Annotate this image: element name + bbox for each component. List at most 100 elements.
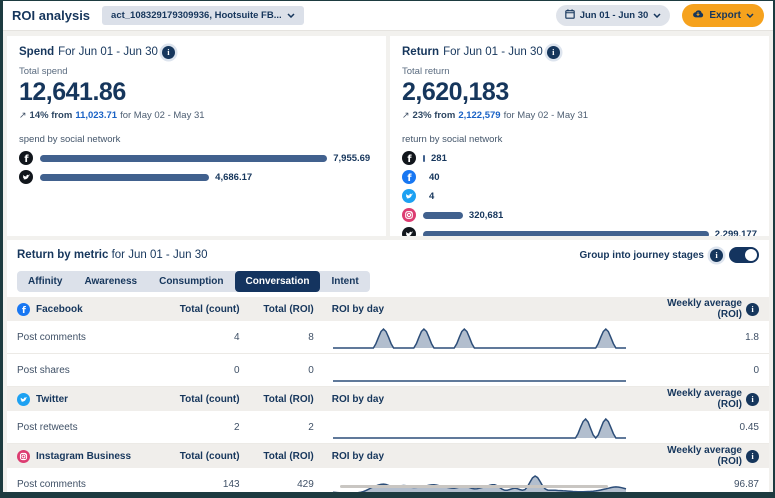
return-by-metric-period: for Jun 01 - Jun 30 [112, 249, 208, 261]
metric-row-post-shares-facebook: Post shares 0 0 0 [7, 354, 769, 387]
column-header-weekly-average: Weekly average (ROI) [640, 445, 759, 467]
toggle-knob [745, 249, 757, 261]
return-period: For Jun 01 - Jun 30 [443, 45, 543, 59]
bar-track: 4,686.17 [40, 172, 374, 183]
total-spend-value: 12,641.86 [19, 78, 374, 106]
return-bar-facebook-dark [423, 155, 425, 162]
bar-track: 7,955.69 [40, 153, 374, 164]
metric-weekly-average: 0.45 [640, 422, 759, 433]
metric-day-cell [314, 357, 641, 383]
metric-count: 2 [173, 422, 240, 433]
column-header-roi-by-day: ROI by day [314, 304, 641, 315]
roi-by-day-sparkline [332, 357, 627, 383]
tab-affinity[interactable]: Affinity [17, 271, 73, 292]
tab-conversation[interactable]: Conversation [235, 271, 321, 292]
column-header-total-count: Total (count) [173, 394, 240, 405]
return-by-metric-title-bold: Return by metric [17, 249, 108, 261]
column-header-total-roi: Total (ROI) [240, 304, 314, 315]
metric-roi: 429 [240, 479, 314, 490]
metric-name-cell: Post shares [17, 365, 173, 376]
column-header-total-count: Total (count) [173, 451, 240, 462]
info-icon[interactable] [746, 450, 759, 463]
info-icon[interactable] [710, 249, 723, 262]
info-icon[interactable] [162, 46, 175, 59]
metric-table: f Facebook Total (count) Total (ROI) ROI… [7, 297, 769, 492]
instagram-icon [17, 450, 30, 463]
info-icon[interactable] [746, 393, 759, 406]
journey-stages-label: Group into journey stages [580, 250, 704, 261]
column-header-total-roi: Total (ROI) [240, 394, 314, 405]
summary-cards: Spend For Jun 01 - Jun 30 Total spend 12… [7, 36, 769, 236]
topbar: ROI analysis act_108329179309936, Hootsu… [3, 1, 773, 31]
spend-panel-header: Spend For Jun 01 - Jun 30 [19, 45, 374, 59]
return-by-metric-header: Return by metric for Jun 01 - Jun 30 Gro… [7, 240, 769, 263]
metric-day-cell [314, 324, 641, 350]
return-bar-twitter-dark-value: 2,299,177 [715, 229, 757, 237]
tab-awareness[interactable]: Awareness [73, 271, 148, 292]
column-header-weekly-average: Weekly average (ROI) [640, 298, 759, 320]
return-panel-header: Return For Jun 01 - Jun 30 [402, 45, 757, 59]
journey-stages-control: Group into journey stages [580, 247, 759, 263]
metric-count: 0 [173, 365, 240, 376]
metric-name: Post comments [17, 332, 86, 343]
return-panel: Return For Jun 01 - Jun 30 Total return … [390, 36, 769, 236]
spend-breakdown-label: spend by social network [19, 134, 374, 145]
metric-count: 4 [173, 332, 240, 343]
metric-weekly-average: 0 [640, 365, 759, 376]
export-button[interactable]: Export [682, 4, 764, 27]
facebook-dark-icon: f [402, 151, 416, 165]
info-icon[interactable] [547, 46, 560, 59]
twitter-icon [402, 189, 416, 203]
metric-tabs: Affinity Awareness Consumption Conversat… [17, 271, 370, 292]
spend-bar-facebook-value: 7,955.69 [333, 153, 370, 164]
metric-day-cell [314, 414, 641, 440]
return-trend-pct: 23% from [413, 110, 456, 122]
export-button-label: Export [709, 10, 741, 21]
bar-track: 4 [423, 191, 757, 202]
date-range-picker[interactable]: Jun 01 - Jun 30 [556, 5, 671, 26]
return-bar-facebook-dark-value: 281 [431, 153, 447, 164]
return-bar-row: f 40 [402, 171, 757, 183]
horizontal-scrollbar[interactable] [340, 485, 608, 488]
chevron-down-icon [287, 13, 295, 18]
spend-trend-pct: 14% from [30, 110, 73, 122]
metric-count: 143 [173, 479, 240, 490]
roi-by-day-sparkline [332, 324, 627, 350]
spend-bar-facebook [40, 155, 327, 162]
roi-analysis-app: ROI analysis act_108329179309936, Hootsu… [3, 1, 773, 492]
spend-bar-twitter-value: 4,686.17 [215, 172, 252, 183]
chevron-down-icon [746, 13, 754, 18]
metric-roi: 2 [240, 422, 314, 433]
weekly-average-label: Weekly average (ROI) [640, 298, 742, 320]
group-name-twitter: Twitter [36, 394, 68, 405]
spend-trend: 14% from 11,023.71 for May 02 - May 31 [19, 109, 374, 122]
return-bar-twitter-value: 4 [429, 191, 434, 202]
spend-panel: Spend For Jun 01 - Jun 30 Total spend 12… [7, 36, 386, 236]
account-selector[interactable]: act_108329179309936, Hootsuite FB... [102, 6, 304, 25]
tab-consumption[interactable]: Consumption [148, 271, 234, 292]
twitter-icon [19, 170, 33, 184]
group-name-facebook: Facebook [36, 304, 83, 315]
journey-stages-toggle[interactable] [729, 247, 759, 263]
return-bar-facebook-value: 40 [429, 172, 440, 183]
spend-previous-value-link[interactable]: 11,023.71 [75, 110, 117, 122]
return-bar-instagram-value: 320,681 [469, 210, 503, 221]
trend-up-icon [402, 109, 410, 122]
cloud-download-icon [692, 9, 704, 22]
total-return-label: Total return [402, 66, 757, 77]
tab-intent[interactable]: Intent [320, 271, 369, 292]
trend-up-icon [19, 109, 27, 122]
page-title: ROI analysis [12, 8, 90, 23]
return-trend-period: for May 02 - May 31 [504, 110, 588, 122]
metric-name-cell: Post retweets [17, 422, 173, 433]
bar-track: 2,299,177 [423, 229, 757, 237]
spend-title: Spend [19, 45, 54, 59]
instagram-icon [402, 208, 416, 222]
return-bar-row: 4 [402, 190, 757, 202]
return-previous-value-link[interactable]: 2,122,579 [458, 110, 500, 122]
return-bar-row: 320,681 [402, 209, 757, 221]
account-selector-label: act_108329179309936, Hootsuite FB... [111, 10, 282, 21]
return-trend: 23% from 2,122,579 for May 02 - May 31 [402, 109, 757, 122]
info-icon[interactable] [746, 303, 759, 316]
date-range-label: Jun 01 - Jun 30 [580, 10, 649, 21]
